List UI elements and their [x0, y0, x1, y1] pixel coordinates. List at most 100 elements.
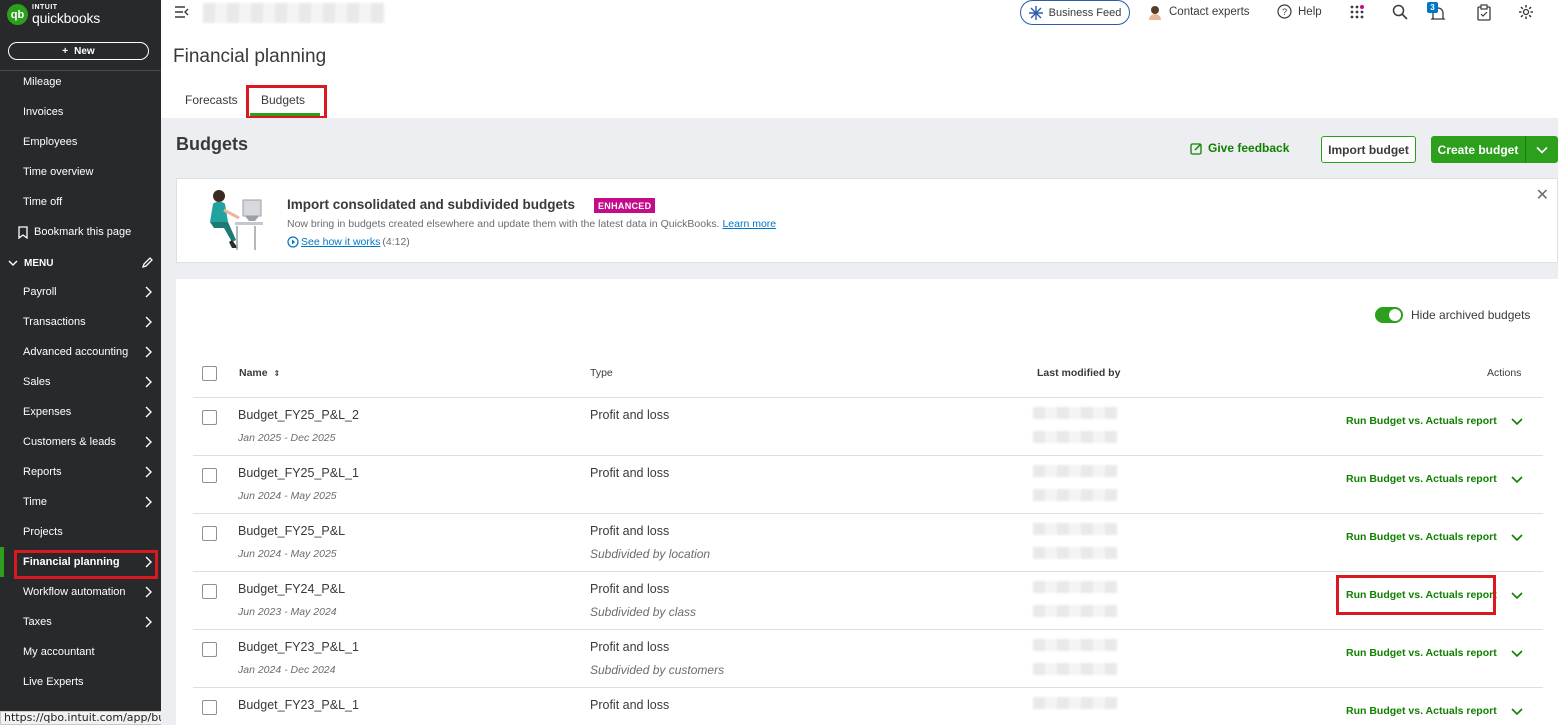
collapse-menu-icon[interactable]: [174, 6, 189, 18]
gear-icon[interactable]: [1518, 4, 1534, 20]
brand-large: quickbooks: [32, 10, 101, 26]
import-budget-button[interactable]: Import budget: [1321, 136, 1416, 163]
row-actions-chevron-icon[interactable]: [1510, 533, 1524, 543]
sidebar-item-label: Employees: [23, 136, 78, 148]
sidebar-item-time[interactable]: Time: [0, 487, 161, 517]
row-checkbox[interactable]: [202, 700, 217, 715]
sidebar-item-taxes[interactable]: Taxes: [0, 607, 161, 637]
tab-forecasts[interactable]: Forecasts: [185, 93, 238, 107]
expert-avatar-icon: [1149, 6, 1161, 20]
play-circle-icon: [287, 236, 299, 248]
clipboard-icon[interactable]: [1477, 4, 1491, 21]
last-modified-date-redacted: [1033, 663, 1117, 675]
budget-name[interactable]: Budget_FY25_P&L_1: [238, 466, 359, 480]
search-icon[interactable]: [1392, 4, 1408, 20]
see-how-it-works-link[interactable]: See how it works: [301, 236, 380, 248]
run-budget-vs-actuals-link[interactable]: Run Budget vs. Actuals report: [1346, 647, 1497, 659]
new-button[interactable]: + New: [8, 42, 149, 60]
sidebar-item-sales[interactable]: Sales: [0, 367, 161, 397]
budget-name[interactable]: Budget_FY25_P&L: [238, 524, 345, 538]
sidebar-item-workflow-automation[interactable]: Workflow automation: [0, 577, 161, 607]
sidebar-item-customers-leads[interactable]: Customers & leads: [0, 427, 161, 457]
banner-title: Import consolidated and subdivided budge…: [287, 197, 576, 212]
budget-name[interactable]: Budget_FY23_P&L_1: [238, 640, 359, 654]
chevron-right-icon: [145, 586, 152, 598]
create-budget-button[interactable]: Create budget: [1431, 136, 1526, 163]
bookmark-icon: [18, 225, 28, 239]
row-actions-chevron-icon[interactable]: [1510, 591, 1524, 601]
budget-name[interactable]: Budget_FY23_P&L_1: [238, 698, 359, 712]
row-checkbox[interactable]: [202, 584, 217, 599]
highlight-run-report: [1336, 575, 1496, 615]
chevron-right-icon: [145, 406, 152, 418]
sidebar-item-payroll[interactable]: Payroll: [0, 277, 161, 307]
budget-type: Profit and loss: [590, 698, 670, 712]
business-feed-label: Business Feed: [1048, 6, 1122, 19]
close-banner-icon[interactable]: ✕: [1536, 185, 1549, 205]
sidebar-item-reports[interactable]: Reports: [0, 457, 161, 487]
sidebar-item-expenses[interactable]: Expenses: [0, 397, 161, 427]
menu-header[interactable]: MENU: [0, 252, 161, 274]
row-actions-chevron-icon[interactable]: [1510, 475, 1524, 485]
sidebar-item-projects[interactable]: Projects: [0, 517, 161, 547]
hide-archived-toggle[interactable]: [1375, 307, 1403, 323]
sidebar-item-label: Sales: [23, 376, 51, 388]
budget-subdivision: Subdivided by class: [590, 605, 697, 619]
run-budget-vs-actuals-link[interactable]: Run Budget vs. Actuals report: [1346, 531, 1497, 543]
sidebar-item-transactions[interactable]: Transactions: [0, 307, 161, 337]
create-budget-split-button: Create budget: [1431, 136, 1558, 163]
sidebar-item-mileage[interactable]: Mileage: [0, 67, 161, 97]
give-feedback-link[interactable]: Give feedback: [1190, 141, 1289, 155]
last-modified-date-redacted: [1033, 489, 1117, 501]
row-checkbox[interactable]: [202, 468, 217, 483]
person-at-computer-illustration: [210, 190, 263, 250]
budget-name[interactable]: Budget_FY25_P&L_2: [238, 408, 359, 422]
business-feed-button[interactable]: Business Feed: [1020, 0, 1130, 25]
last-modified-redacted: [1033, 697, 1117, 709]
plus-icon: +: [62, 45, 69, 57]
pencil-icon[interactable]: [141, 257, 153, 269]
contact-experts-link[interactable]: Contact experts: [1147, 4, 1250, 20]
sidebar-item-label: Transactions: [23, 316, 86, 328]
row-actions-chevron-icon[interactable]: [1510, 649, 1524, 659]
column-header-name[interactable]: Name ⇕: [239, 367, 280, 379]
sidebar-item-live-experts[interactable]: Live Experts: [0, 667, 161, 697]
run-budget-vs-actuals-link[interactable]: Run Budget vs. Actuals report: [1346, 415, 1497, 427]
help-icon: ?: [1277, 4, 1292, 19]
row-actions-chevron-icon[interactable]: [1510, 417, 1524, 427]
create-budget-dropdown[interactable]: [1526, 136, 1558, 163]
budget-type: Profit and loss: [590, 408, 670, 422]
sidebar-item-advanced-accounting[interactable]: Advanced accounting: [0, 337, 161, 367]
sidebar-item-label: Time: [23, 496, 48, 508]
run-budget-vs-actuals-link[interactable]: Run Budget vs. Actuals report: [1346, 705, 1497, 717]
learn-more-link[interactable]: Learn more: [722, 218, 776, 230]
row-divider: [193, 629, 1543, 630]
help-link[interactable]: ? Help: [1277, 4, 1322, 19]
last-modified-date-redacted: [1033, 431, 1117, 443]
budget-name[interactable]: Budget_FY24_P&L: [238, 582, 345, 596]
apps-grid-icon[interactable]: [1350, 5, 1364, 19]
quickbooks-logo[interactable]: qb INTUIT quickbooks: [7, 4, 100, 25]
run-budget-vs-actuals-link[interactable]: Run Budget vs. Actuals report: [1346, 473, 1497, 485]
sidebar-item-employees[interactable]: Employees: [0, 127, 161, 157]
sidebar-item-label: Taxes: [23, 616, 52, 628]
row-divider: [193, 455, 1543, 456]
last-modified-redacted: [1033, 407, 1117, 419]
last-modified-redacted: [1033, 465, 1117, 477]
menu-label: MENU: [24, 257, 54, 269]
bookmark-page-link[interactable]: Bookmark this page: [0, 217, 161, 247]
row-divider: [193, 687, 1543, 688]
sidebar-item-label: Reports: [23, 466, 62, 478]
sidebar-item-my-accountant[interactable]: My accountant: [0, 637, 161, 667]
select-all-checkbox[interactable]: [202, 366, 217, 381]
notification-count-badge: 3: [1427, 2, 1438, 13]
row-checkbox[interactable]: [202, 410, 217, 425]
notifications-button[interactable]: 3: [1427, 2, 1447, 22]
row-checkbox[interactable]: [202, 642, 217, 657]
sidebar-item-time-overview[interactable]: Time overview: [0, 157, 161, 187]
sidebar-item-invoices[interactable]: Invoices: [0, 97, 161, 127]
row-actions-chevron-icon[interactable]: [1510, 707, 1524, 717]
sidebar-item-time-off[interactable]: Time off: [0, 187, 161, 217]
row-checkbox[interactable]: [202, 526, 217, 541]
company-name-redacted: [203, 3, 385, 23]
